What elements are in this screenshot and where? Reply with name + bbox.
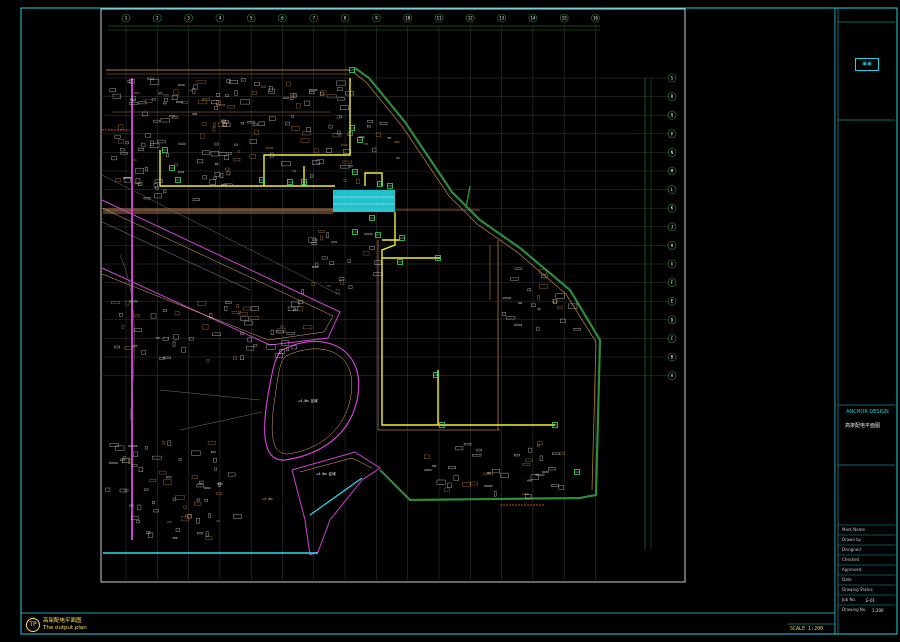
svg-text:Q: Q [671, 113, 674, 118]
svg-text:J: J [671, 224, 673, 229]
tp-logo: TP [26, 618, 40, 632]
svg-text:8: 8 [344, 16, 347, 21]
svg-text:R: R [671, 94, 674, 99]
area-label-b: +4.8m 区域 [316, 471, 336, 476]
svg-text:14: 14 [530, 16, 535, 21]
grid-bubble-top: 13 [497, 13, 506, 23]
grid-bubble-top: 15 [559, 13, 569, 23]
drawing-subtitle: The output plan [43, 625, 87, 631]
grid-bubble-top: 5 [246, 13, 256, 23]
svg-text:5: 5 [250, 16, 253, 21]
grid-bubble-top: 12 [465, 13, 475, 23]
grid-bubble-top: 9 [372, 13, 381, 23]
grid-bubble-top: 11 [434, 13, 444, 23]
grid-bubble-top: 7 [309, 13, 319, 23]
svg-text:9: 9 [375, 16, 378, 21]
svg-text:15: 15 [562, 16, 567, 21]
grid-bubble-top: 6 [278, 13, 287, 23]
outer-frame [20, 7, 898, 635]
svg-text:L: L [671, 187, 674, 192]
title-block-row: Job No. [842, 597, 857, 602]
svg-text:11: 11 [437, 16, 442, 21]
svg-text:13: 13 [499, 16, 504, 21]
grid-bubble-top: 14 [528, 13, 538, 23]
svg-text:H: H [671, 243, 674, 248]
svg-text:A: A [671, 373, 674, 378]
title-block-row: Drawn by [842, 537, 862, 542]
electrical-devices [162, 67, 580, 475]
svg-text:S: S [671, 76, 674, 81]
switchgear-room [333, 190, 395, 212]
svg-text:3: 3 [187, 16, 190, 21]
svg-text:1: 1 [125, 16, 128, 21]
title-block-row: Drawing Status [842, 587, 873, 592]
top-grid-bubbles: 1 2 3 4 5 6 7 8 9 10 11 12 13 14 15 16 [121, 13, 600, 23]
title-block-row: Date [842, 577, 852, 582]
area-label-c: +4.8m [262, 497, 273, 501]
svg-text:16: 16 [593, 16, 598, 21]
svg-text:D: D [671, 317, 674, 322]
svg-text:6: 6 [281, 16, 284, 21]
project-title: 高架配电平面图 [845, 423, 881, 429]
landscape-boundary [354, 67, 602, 502]
drawing-title: 高架配电平面图 [43, 618, 82, 624]
svg-text:C: C [671, 336, 674, 341]
grid-bubble-top: 8 [340, 13, 350, 23]
grid-bubble-top: 3 [184, 13, 193, 23]
title-block-row: Checked [842, 557, 860, 562]
title-block-row: Designed [842, 547, 861, 552]
drawing-sheet: 1 2 3 4 5 6 7 8 9 10 11 12 13 14 15 16 SRQPNMLKJHGFEDCB… [20, 7, 898, 635]
svg-text:E: E [671, 299, 674, 304]
svg-text:B: B [671, 355, 674, 360]
drawing-scale: SCALE 1:200 [790, 626, 824, 632]
svg-text:G: G [671, 262, 674, 267]
svg-text:P: P [671, 131, 674, 136]
room-fixtures [105, 77, 581, 540]
grid-bubble-top: 4 [215, 13, 225, 23]
area-label-a: +4.8m 区域 [298, 398, 318, 403]
grid-bubble-top: 1 [121, 13, 131, 23]
sheet-number: E-01 [866, 598, 876, 603]
svg-text:F: F [671, 280, 674, 285]
title-block-row: Drawing No. [842, 607, 867, 612]
svg-text:K: K [671, 206, 674, 211]
grid-bubble-top: 16 [591, 13, 600, 23]
revision: 1:200 [872, 608, 884, 613]
grid-bubble-top: 2 [153, 13, 162, 23]
svg-text:4: 4 [219, 16, 222, 21]
svg-text:12: 12 [468, 16, 473, 21]
svg-text:M: M [671, 169, 674, 174]
grid-bubble-top: 10 [403, 13, 413, 23]
svg-text:2: 2 [156, 16, 159, 21]
brand-name: ANCHOR DESIGN [846, 409, 889, 415]
title-block-row: Mark Name [842, 527, 865, 532]
svg-text:7: 7 [313, 16, 316, 21]
title-block-row: Approved [842, 567, 862, 572]
company-logo: ▣▣ [855, 58, 879, 71]
svg-text:10: 10 [405, 16, 410, 21]
svg-text:N: N [671, 150, 674, 155]
